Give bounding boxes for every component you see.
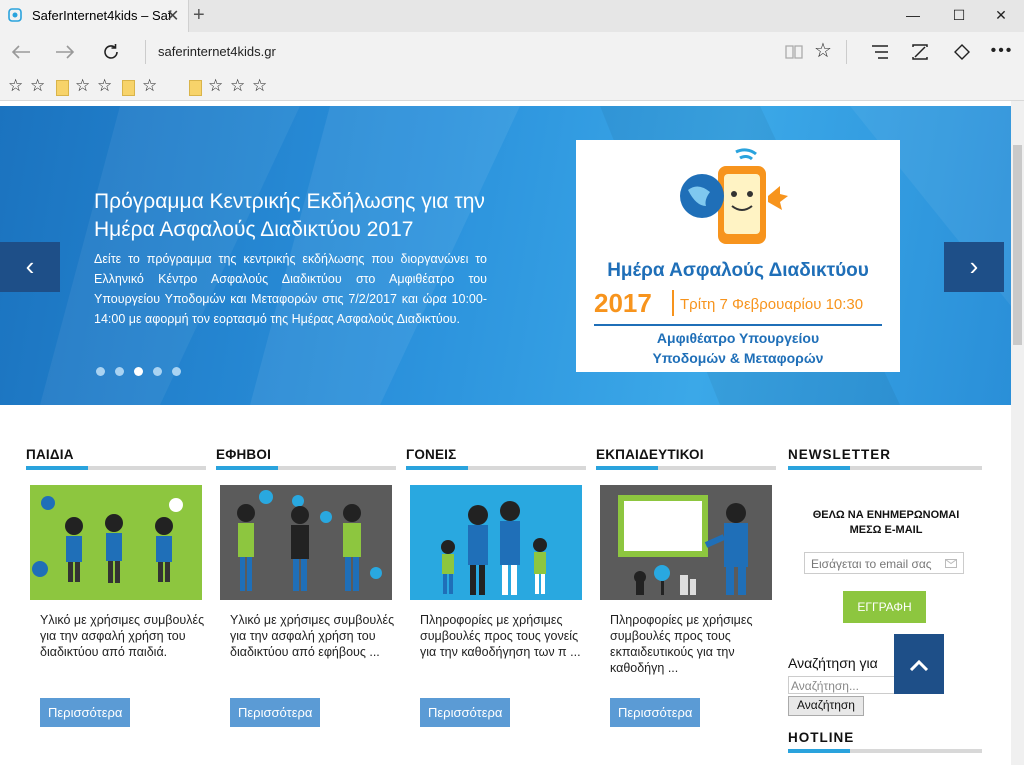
hero-title[interactable]: Πρόγραμμα Κεντρικής Εκδήλωσης για την Ημ…: [94, 188, 489, 244]
poster-divider: [672, 290, 674, 316]
favorite-star-icon[interactable]: ☆: [252, 76, 267, 96]
heading-underline: [216, 466, 396, 470]
scrollbar-thumb[interactable]: [1013, 145, 1022, 345]
hub-icon[interactable]: [864, 32, 896, 72]
favorite-star-icon[interactable]: ☆: [75, 76, 90, 96]
parents-illustration: [410, 485, 582, 600]
slider-dot[interactable]: [153, 367, 162, 376]
teens-illustration: [220, 485, 392, 600]
url-field[interactable]: saferinternet4kids.gr: [158, 44, 276, 59]
slider-dot[interactable]: [172, 367, 181, 376]
new-tab-button[interactable]: +: [193, 4, 205, 27]
favorite-star-icon[interactable]: ☆: [807, 32, 839, 72]
reading-view-icon[interactable]: [778, 32, 810, 72]
chevron-up-icon: [909, 659, 929, 672]
favorite-star-icon[interactable]: ☆: [142, 76, 157, 96]
folder-icon[interactable]: [56, 80, 69, 96]
category-heading[interactable]: ΕΦΗΒΟΙ: [216, 447, 271, 462]
heading-underline: [788, 466, 982, 470]
poster-venue-line1: Αμφιθέατρο Υπουργείου: [656, 330, 820, 346]
back-button[interactable]: [4, 32, 38, 72]
newsletter-subtitle: ΘΕΛΩ ΝΑ ΕΝΗΜΕΡΩΝΟΜΑΙ ΜΕΣΩ E-MAIL: [812, 509, 960, 536]
favorite-star-icon[interactable]: ☆: [208, 76, 223, 96]
web-note-icon[interactable]: [904, 32, 936, 72]
more-button[interactable]: Περισσότερα: [230, 698, 321, 727]
refresh-icon: [104, 44, 118, 59]
favorite-star-icon[interactable]: ☆: [30, 76, 45, 96]
favorite-star-icon[interactable]: ☆: [8, 76, 23, 96]
divider: [846, 40, 847, 64]
teens-illustration-image[interactable]: [216, 481, 396, 604]
search-input[interactable]: Αναζήτηση...: [788, 676, 896, 694]
category-text: Υλικό με χρήσιμες συμβουλές για την ασφα…: [230, 613, 395, 659]
kids-illustration-image[interactable]: [26, 481, 206, 604]
heading-underline: [596, 466, 776, 470]
folder-icon[interactable]: [122, 80, 135, 96]
favorite-star-icon[interactable]: ☆: [230, 76, 245, 96]
envelope-icon: [945, 559, 957, 568]
poster-rule: [594, 324, 882, 326]
category-text: Πληροφορίες με χρήσιμες συμβουλές προς τ…: [610, 613, 753, 675]
more-button[interactable]: Περισσότερα: [40, 698, 131, 727]
more-button[interactable]: Περισσότερα: [610, 698, 701, 727]
teachers-illustration: [600, 485, 772, 600]
hotline-heading: HOTLINE: [788, 730, 855, 745]
close-window-button[interactable]: ✕: [978, 0, 1024, 32]
back-icon: [11, 45, 30, 59]
favorites-bar: ☆ ☆ ☆ ☆ ☆ ☆ ☆ ☆: [0, 72, 1024, 164]
poster-venue-line2: Υποδομών & Μεταφορών: [652, 350, 824, 366]
category-text: Πληροφορίες με χρήσιμες συμβουλές προς τ…: [420, 613, 581, 659]
category-text: Υλικό με χρήσιμες συμβουλές για την ασφα…: [40, 613, 205, 659]
event-poster-image[interactable]: Ημέρα Ασφαλούς Διαδικτύου 2017 Τρίτη 7 Φ…: [576, 140, 900, 372]
hero-description: Δείτε το πρόγραμμα της κεντρικής εκδήλωσ…: [94, 252, 487, 326]
browser-tab[interactable]: SaferInternet4kids – Saf ✕: [0, 0, 189, 32]
email-field[interactable]: Εισάγεται το email σας: [804, 552, 964, 574]
kids-illustration: [30, 485, 202, 600]
forward-button[interactable]: [48, 32, 82, 72]
slider-next-button[interactable]: ›: [944, 242, 1004, 292]
newsletter-heading: NEWSLETTER: [788, 447, 891, 462]
minimize-button[interactable]: —: [890, 0, 936, 32]
site-favicon-icon: [8, 8, 22, 22]
more-button[interactable]: Περισσότερα: [420, 698, 511, 727]
tab-bar: SaferInternet4kids – Saf ✕ + — ☐ ✕: [0, 0, 1024, 32]
slider-prev-button[interactable]: ‹: [0, 242, 60, 292]
category-heading[interactable]: ΠΑΙΔΙΑ: [26, 447, 74, 462]
maximize-button[interactable]: ☐: [936, 0, 982, 32]
forward-icon: [56, 45, 75, 59]
tab-title: SaferInternet4kids – Saf: [32, 8, 172, 23]
poster-date: Τρίτη 7 Φεβρουαρίου 10:30: [680, 296, 864, 313]
slider-dot[interactable]: [134, 367, 143, 376]
category-heading[interactable]: ΓΟΝΕΙΣ: [406, 447, 456, 462]
share-icon[interactable]: [946, 32, 978, 72]
heading-underline: [788, 749, 982, 753]
slider-dot[interactable]: [115, 367, 124, 376]
poster-year: 2017: [594, 288, 652, 318]
tab-close-icon[interactable]: ✕: [166, 6, 179, 26]
poster-title: Ημέρα Ασφαλούς Διαδικτύου: [607, 260, 869, 281]
back-to-top-button[interactable]: [894, 634, 944, 694]
folder-icon[interactable]: [189, 80, 202, 96]
hero-slider: Πρόγραμμα Κεντρικής Εκδήλωσης για την Ημ…: [0, 106, 1011, 405]
search-heading: Αναζήτηση για: [788, 655, 878, 671]
email-placeholder: Εισάγεται το email σας: [811, 557, 932, 571]
tablet-mascot-icon: [680, 148, 788, 244]
slider-dot[interactable]: [96, 367, 105, 376]
parents-illustration-image[interactable]: [406, 481, 586, 604]
favorite-star-icon[interactable]: ☆: [97, 76, 112, 96]
divider: [145, 40, 146, 64]
subscribe-button[interactable]: ΕΓΓΡΑΦΗ: [843, 591, 926, 623]
category-heading[interactable]: ΕΚΠΑΙΔΕΥΤΙΚΟΙ: [596, 447, 704, 462]
address-toolbar: saferinternet4kids.gr ☆ •••: [0, 32, 1024, 72]
search-button[interactable]: Αναζήτηση: [788, 696, 864, 716]
teachers-illustration-image[interactable]: [596, 481, 776, 604]
more-icon[interactable]: •••: [986, 32, 1018, 72]
refresh-button[interactable]: [94, 32, 128, 72]
heading-underline: [406, 466, 586, 470]
heading-underline: [26, 466, 206, 470]
